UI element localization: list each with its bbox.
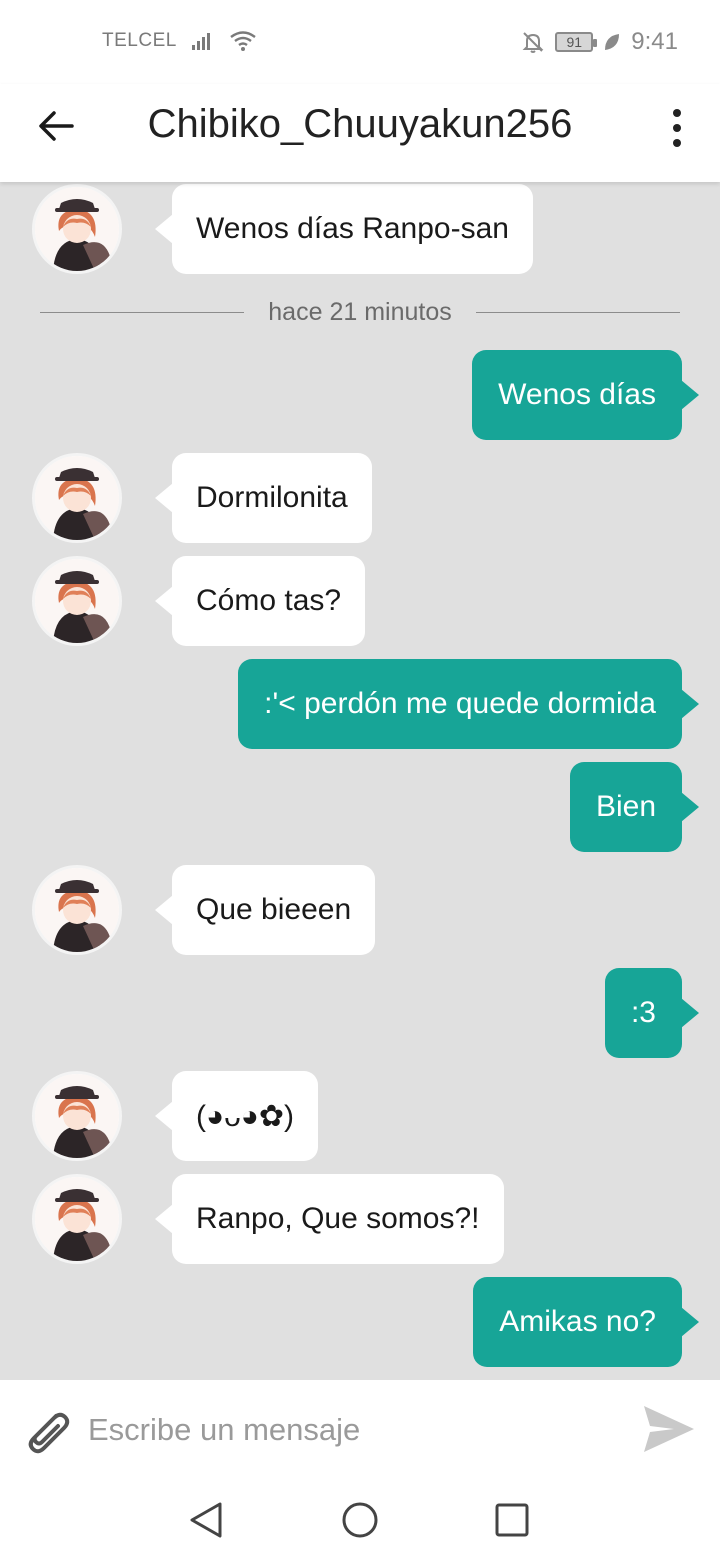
send-button[interactable] bbox=[640, 1400, 698, 1458]
nav-back-button[interactable] bbox=[184, 1498, 228, 1542]
carrier-label: TELCEL bbox=[102, 30, 177, 51]
incoming-message[interactable]: Ranpo, Que somos?! bbox=[155, 1174, 504, 1264]
incoming-message[interactable]: Que bieeen bbox=[154, 865, 376, 955]
chat-title: Chibiko_Chuuyakun256 bbox=[147, 102, 573, 146]
app-bar: Chibiko_Chuuyakun256 bbox=[0, 84, 720, 182]
timestamp-label: hace 21 minutos bbox=[268, 297, 452, 326]
battery-icon: 91 bbox=[555, 32, 598, 52]
paperclip-icon bbox=[28, 1412, 70, 1454]
more-options-button[interactable] bbox=[664, 102, 690, 154]
bell-off-icon bbox=[522, 32, 544, 53]
timestamp-divider: hace 21 minutos bbox=[40, 294, 681, 330]
avatar-image bbox=[35, 868, 119, 952]
avatar[interactable] bbox=[32, 556, 122, 646]
message-composer bbox=[0, 1380, 720, 1480]
circle-home-icon bbox=[342, 1502, 378, 1538]
avatar[interactable] bbox=[32, 184, 122, 274]
message-input[interactable] bbox=[88, 1402, 618, 1458]
incoming-message[interactable]: Wenos días Ranpo-san bbox=[155, 184, 533, 274]
clock: 9:41 bbox=[631, 28, 678, 55]
battery-level: 91 bbox=[566, 34, 583, 50]
nav-home-button[interactable] bbox=[338, 1498, 382, 1542]
avatar[interactable] bbox=[32, 453, 122, 543]
avatar-image bbox=[35, 187, 119, 271]
incoming-message[interactable]: Cómo tas? bbox=[154, 556, 366, 646]
outgoing-message[interactable]: Bien bbox=[569, 762, 700, 852]
outgoing-message[interactable]: Wenos días bbox=[472, 350, 699, 440]
avatar-image bbox=[35, 456, 119, 540]
leaf-icon bbox=[605, 34, 620, 50]
avatar-image bbox=[35, 1177, 119, 1261]
incoming-message[interactable]: (◕ᴗ◕✿) bbox=[154, 1071, 319, 1161]
incoming-message[interactable]: Dormilonita bbox=[155, 453, 372, 543]
outgoing-message[interactable]: :3 bbox=[604, 968, 700, 1058]
triangle-back-icon bbox=[190, 1502, 222, 1538]
avatar-image bbox=[35, 559, 119, 643]
system-nav-bar bbox=[0, 1480, 720, 1560]
avatar-image bbox=[35, 1074, 119, 1158]
send-icon bbox=[644, 1406, 694, 1452]
nav-recents-button[interactable] bbox=[490, 1498, 534, 1542]
status-bar: TELCEL 91 9:41 bbox=[0, 0, 720, 84]
outgoing-message[interactable]: Amikas no? bbox=[473, 1277, 699, 1367]
avatar[interactable] bbox=[32, 1174, 122, 1264]
wifi-icon bbox=[230, 31, 256, 51]
more-vert-icon bbox=[673, 109, 681, 117]
outgoing-message[interactable]: :'< perdón me quede dormida bbox=[238, 659, 699, 749]
signal-icon bbox=[191, 33, 210, 50]
chat-area[interactable]: Wenos días Ranpo-san hace 21 minutos Wen… bbox=[0, 182, 720, 1380]
avatar[interactable] bbox=[32, 1071, 122, 1161]
square-recents-icon bbox=[495, 1503, 529, 1537]
attach-button[interactable] bbox=[18, 1402, 74, 1458]
avatar[interactable] bbox=[32, 865, 122, 955]
